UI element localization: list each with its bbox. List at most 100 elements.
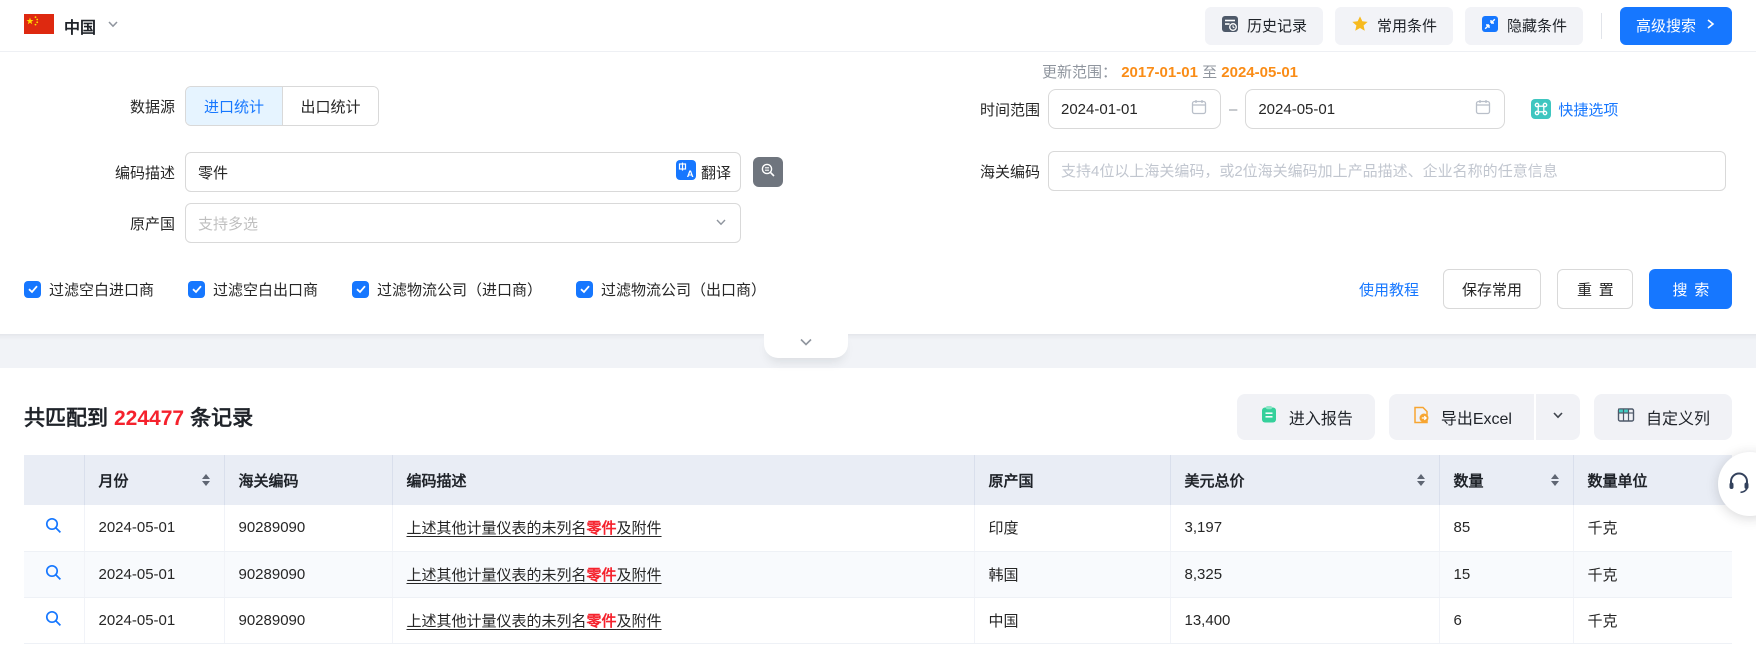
keyword-highlight: 零件 xyxy=(586,612,617,630)
columns-icon xyxy=(1616,405,1636,430)
chevron-down-icon xyxy=(1551,408,1565,426)
cell-hscode: 90289090 xyxy=(224,551,393,598)
country-selector[interactable]: 中国 xyxy=(24,13,120,38)
row-search-icon[interactable] xyxy=(44,518,63,539)
cell-usd: 8,325 xyxy=(1170,551,1440,598)
tutorial-link[interactable]: 使用教程 xyxy=(1359,279,1419,300)
country-label: 中国 xyxy=(64,19,97,37)
chevron-down-icon xyxy=(106,17,120,34)
star-icon xyxy=(1351,15,1369,37)
topbar-actions: 历史记录 常用条件 隐藏条件 高级搜索 xyxy=(1204,6,1732,45)
custom-columns-button[interactable]: 自定义列 xyxy=(1593,394,1732,440)
sort-usd-control[interactable] xyxy=(1416,474,1425,486)
update-range-from: 2017-01-01 xyxy=(1121,64,1198,81)
search-form: 数据源 进口统计 出口统计 编码描述 A 翻译 原产国 支持多选 xyxy=(0,52,1756,334)
history-button[interactable]: 历史记录 xyxy=(1204,6,1323,45)
origin-country-label: 原产国 xyxy=(129,215,175,233)
match-count-text: 共匹配到 224477 条记录 xyxy=(24,407,254,430)
cell-unit: 千克 xyxy=(1573,505,1732,552)
match-count-value: 224477 xyxy=(114,407,185,430)
cell-usd: 3,197 xyxy=(1170,505,1440,552)
row-search-icon[interactable] xyxy=(44,564,63,586)
cell-unit: 千克 xyxy=(1573,597,1732,644)
table-row: 2024-05-01 90289090 上述其他计量仪表的未列名零件及附件 中国… xyxy=(24,597,1732,644)
sort-month-control[interactable] xyxy=(201,474,210,486)
column-header-detail xyxy=(24,455,85,505)
chevron-right-icon xyxy=(1704,17,1716,34)
table-row: 2024-05-01 90289090 上述其他计量仪表的未列名零件及附件 韩国… xyxy=(24,551,1732,598)
code-desc-input[interactable] xyxy=(185,152,741,192)
row-detail-cell xyxy=(24,505,85,552)
quick-options-link[interactable]: 快捷选项 xyxy=(1531,99,1618,120)
chevron-down-icon xyxy=(714,215,728,232)
search-button[interactable]: 搜索 xyxy=(1649,269,1732,309)
favorite-conditions-button[interactable]: 常用条件 xyxy=(1334,6,1453,45)
column-header-month: 月份 xyxy=(84,455,225,505)
command-icon xyxy=(1531,99,1552,119)
reset-button[interactable]: 重置 xyxy=(1556,269,1634,309)
desc-link[interactable]: 上述其他计量仪表的未列名零件及附件 xyxy=(407,520,662,537)
checkbox-filter-blank-importer[interactable]: 过滤空白进口商 xyxy=(24,279,154,300)
hs-code-input[interactable] xyxy=(1048,151,1726,191)
checkbox-filter-blank-exporter[interactable]: 过滤空白出口商 xyxy=(188,279,318,300)
calendar-icon xyxy=(1190,98,1208,120)
checkbox-filter-logistics-exporter[interactable]: 过滤物流公司（出口商） xyxy=(576,279,766,300)
checkbox-checked-icon xyxy=(576,280,594,298)
hs-code-label: 海关编码 xyxy=(979,163,1040,181)
headset-icon xyxy=(1725,468,1753,500)
export-excel-button[interactable]: 导出Excel xyxy=(1388,394,1534,440)
collapse-form-handle[interactable] xyxy=(764,330,848,358)
export-options-caret-button[interactable] xyxy=(1535,394,1580,440)
table-row: 2024-05-01 90289090 上述其他计量仪表的未列名零件及附件 印度… xyxy=(24,505,1732,552)
cell-desc: 上述其他计量仪表的未列名零件及附件 xyxy=(392,505,975,552)
cell-origin: 印度 xyxy=(974,505,1171,552)
translate-button[interactable]: A 翻译 xyxy=(675,160,731,184)
column-header-desc: 编码描述 xyxy=(392,455,975,505)
cell-desc: 上述其他计量仪表的未列名零件及附件 xyxy=(392,597,975,644)
column-header-hscode: 海关编码 xyxy=(224,455,393,505)
hide-conditions-button[interactable]: 隐藏条件 xyxy=(1464,6,1583,45)
checkbox-filter-logistics-importer[interactable]: 过滤物流公司（进口商） xyxy=(352,279,542,300)
start-date-input[interactable]: 2024-01-01 xyxy=(1048,89,1221,129)
search-equals-icon xyxy=(759,161,777,183)
results-table: 月份 海关编码 编码描述 原产国 美元总价 数量 数量单位 2024-05-01… xyxy=(24,455,1732,644)
cell-qty: 15 xyxy=(1439,551,1574,598)
update-range-to: 2024-05-01 xyxy=(1221,64,1299,81)
tab-export-stats[interactable]: 出口统计 xyxy=(282,87,378,125)
divider xyxy=(1600,12,1602,39)
chevron-down-icon xyxy=(799,335,813,353)
desc-link[interactable]: 上述其他计量仪表的未列名零件及附件 xyxy=(407,613,662,630)
column-header-origin: 原产国 xyxy=(974,455,1171,505)
cell-origin: 中国 xyxy=(974,597,1171,644)
svg-text:A: A xyxy=(687,169,694,180)
column-header-usd: 美元总价 xyxy=(1170,455,1440,505)
cell-month: 2024-05-01 xyxy=(84,597,225,644)
exact-match-search-button[interactable] xyxy=(753,157,783,187)
row-detail-cell xyxy=(24,597,85,644)
calendar-icon xyxy=(1474,98,1492,120)
cell-qty: 6 xyxy=(1439,597,1574,644)
datasource-tabs: 进口统计 出口统计 xyxy=(185,86,379,126)
results-section: 共匹配到 224477 条记录 进入报告 导出Excel 自定义列 月份 海关编… xyxy=(0,368,1756,658)
origin-country-select[interactable]: 支持多选 xyxy=(185,203,741,243)
report-icon xyxy=(1259,405,1279,430)
excel-export-icon xyxy=(1411,405,1431,430)
cell-unit: 千克 xyxy=(1573,551,1732,598)
datasource-label: 数据源 xyxy=(129,98,175,116)
advanced-search-button[interactable]: 高级搜索 xyxy=(1619,6,1732,45)
filter-checkboxes: 过滤空白进口商 过滤空白出口商 过滤物流公司（进口商） 过滤物流公司（出口商） xyxy=(24,279,766,300)
checkbox-checked-icon xyxy=(24,280,41,298)
tab-import-stats[interactable]: 进口统计 xyxy=(186,87,282,125)
column-header-qty: 数量 xyxy=(1439,455,1574,505)
section-divider-band xyxy=(0,334,1756,368)
cell-month: 2024-05-01 xyxy=(84,551,225,598)
save-common-button[interactable]: 保存常用 xyxy=(1442,269,1541,309)
desc-link[interactable]: 上述其他计量仪表的未列名零件及附件 xyxy=(407,567,662,584)
enter-report-button[interactable]: 进入报告 xyxy=(1236,394,1375,440)
end-date-input[interactable]: 2024-05-01 xyxy=(1245,89,1506,129)
cell-month: 2024-05-01 xyxy=(84,505,225,552)
row-search-icon[interactable] xyxy=(44,610,63,632)
export-excel-split-button: 导出Excel xyxy=(1388,394,1580,440)
sort-qty-control[interactable] xyxy=(1550,474,1559,486)
update-range-note: 更新范围： 2017-01-01 至 2024-05-01 xyxy=(1042,64,1299,81)
